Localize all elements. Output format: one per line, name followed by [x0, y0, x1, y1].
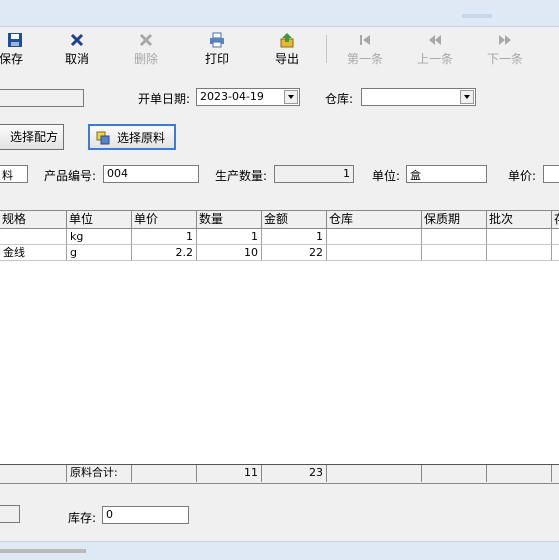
product-code-field[interactable]: 004: [103, 165, 199, 183]
previous-icon: [429, 35, 441, 45]
cell-amount[interactable]: 1: [262, 229, 327, 245]
save-icon: [8, 33, 22, 47]
cell-batch[interactable]: [487, 229, 552, 245]
cell-shelf-life[interactable]: [422, 245, 487, 261]
date-value: 2023-04-19: [200, 90, 264, 103]
stock-field[interactable]: 0: [102, 506, 189, 524]
select-material-button[interactable]: 选择原料: [88, 124, 176, 150]
unit-value: 盒: [410, 169, 421, 182]
price-label: 单价:: [508, 169, 537, 183]
column-header-quantity[interactable]: 数量: [197, 211, 262, 229]
cell-batch[interactable]: [487, 245, 552, 261]
unit-field[interactable]: 盒: [406, 165, 487, 183]
delete-button[interactable]: 删除: [120, 30, 172, 70]
chevron-down-icon[interactable]: [460, 90, 474, 104]
cell-warehouse[interactable]: [327, 229, 422, 245]
quantity-field[interactable]: 1: [274, 165, 354, 183]
column-header-batch[interactable]: 批次: [487, 211, 552, 229]
quantity-label: 生产数量:: [215, 169, 268, 183]
date-picker[interactable]: 2023-04-19: [196, 88, 300, 106]
product-code-label: 产品编号:: [44, 169, 97, 183]
product-name-value: 料: [2, 169, 13, 182]
print-button[interactable]: 打印: [191, 30, 243, 70]
footer-total-amount: 23: [262, 465, 327, 482]
column-header-amount[interactable]: 金额: [262, 211, 327, 229]
cell-shelf-life[interactable]: [422, 229, 487, 245]
cancel-label: 取消: [64, 52, 89, 66]
cell-quantity[interactable]: 1: [197, 229, 262, 245]
next-icon: [499, 35, 511, 45]
cell-quantity[interactable]: 10: [197, 245, 262, 261]
next-record-button[interactable]: 下一条: [479, 30, 531, 70]
select-material-label: 选择原料: [116, 131, 165, 145]
next-record-label: 下一条: [486, 52, 523, 66]
first-record-icon: [360, 35, 370, 45]
toolbar-separator: [326, 35, 327, 63]
table-footer: 原料合计: 11 23: [0, 464, 559, 484]
export-button[interactable]: 导出: [261, 30, 313, 70]
title-bar-control[interactable]: [462, 14, 492, 18]
warehouse-select[interactable]: [361, 88, 476, 106]
cell-stock[interactable]: [552, 245, 559, 261]
cell-stock[interactable]: [552, 229, 559, 245]
cell-price[interactable]: 1: [132, 229, 197, 245]
column-header-unit[interactable]: 单位: [67, 211, 132, 229]
cancel-icon: [70, 33, 84, 47]
chevron-down-icon[interactable]: [284, 90, 298, 104]
select-formula-button[interactable]: 选择配方: [0, 124, 64, 150]
select-formula-label: 选择配方: [9, 130, 58, 144]
print-label: 打印: [204, 52, 229, 66]
column-header-stock[interactable]: 存: [552, 211, 559, 229]
bill-number-field[interactable]: [0, 89, 84, 107]
stock-value: 0: [106, 508, 113, 521]
save-button[interactable]: 保存: [0, 30, 32, 70]
cell-warehouse[interactable]: [327, 245, 422, 261]
price-field[interactable]: [543, 165, 559, 183]
material-icon: [96, 131, 110, 145]
first-record-button[interactable]: 第一条: [339, 30, 391, 70]
column-header-warehouse[interactable]: 仓库: [327, 211, 422, 229]
date-label: 开单日期:: [138, 92, 191, 106]
product-name-field[interactable]: 料: [0, 165, 28, 183]
column-header-spec[interactable]: 规格: [0, 211, 67, 229]
cell-amount[interactable]: 22: [262, 245, 327, 261]
previous-record-label: 上一条: [416, 52, 453, 66]
column-header-shelf-life[interactable]: 保质期: [422, 211, 487, 229]
cell-unit[interactable]: g: [67, 245, 132, 261]
previous-record-button[interactable]: 上一条: [409, 30, 461, 70]
save-label: 保存: [0, 52, 23, 66]
toolbar: 保存 取消 删除 打印 导出 第一条 上一条 下一条: [0, 27, 559, 71]
last-record-button[interactable]: [548, 30, 559, 70]
stock-label: 库存:: [68, 511, 97, 525]
quantity-value: 1: [343, 167, 350, 180]
column-header-price[interactable]: 单价: [132, 211, 197, 229]
cell-spec[interactable]: [0, 229, 67, 245]
product-code-value: 004: [107, 167, 128, 180]
cancel-button[interactable]: 取消: [51, 30, 103, 70]
cell-price[interactable]: 2.2: [132, 245, 197, 261]
horizontal-scrollbar[interactable]: [0, 549, 86, 553]
bottom-left-field[interactable]: [0, 505, 20, 523]
delete-label: 删除: [133, 52, 158, 66]
unit-label: 单位:: [372, 169, 401, 183]
printer-icon: [210, 32, 224, 48]
materials-table[interactable]: 规格 单位 单价 数量 金额 仓库 保质期 批次 存 kg 1 1 1 金线 g…: [0, 210, 559, 464]
warehouse-label: 仓库:: [325, 92, 354, 106]
cell-spec[interactable]: 金线: [0, 245, 67, 261]
cell-unit[interactable]: kg: [67, 229, 132, 245]
footer-total-quantity: 11: [197, 465, 262, 482]
export-label: 导出: [274, 52, 299, 66]
first-record-label: 第一条: [346, 52, 383, 66]
export-icon: [280, 33, 294, 48]
footer-total-label: 原料合计:: [67, 465, 132, 482]
delete-icon: [139, 33, 153, 47]
